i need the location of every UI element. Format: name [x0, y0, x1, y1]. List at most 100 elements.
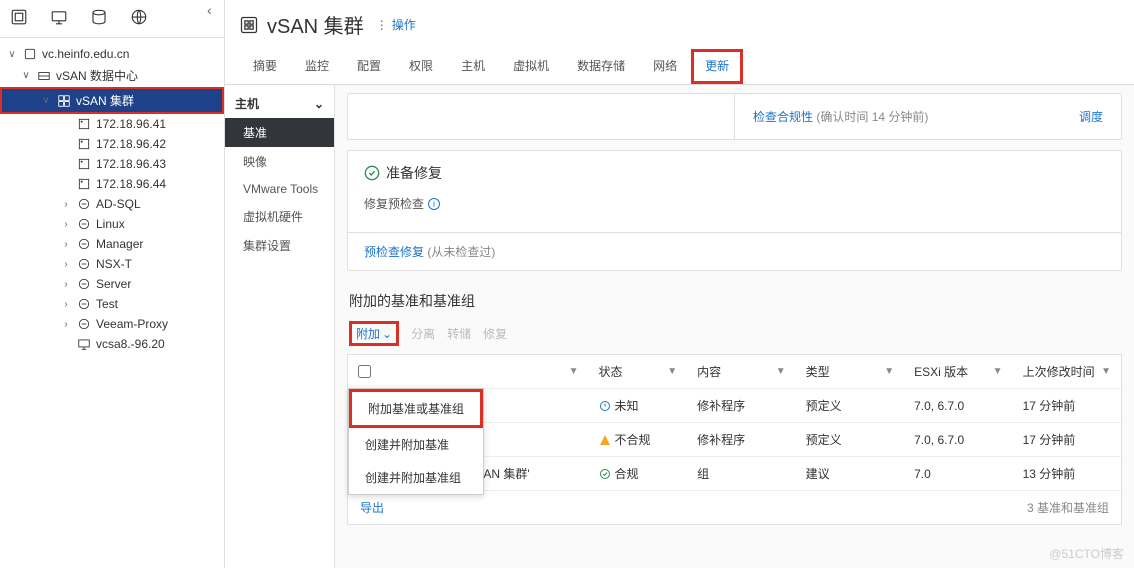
tab-虚拟机[interactable]: 虚拟机 — [499, 49, 563, 84]
subnav-section-hosts[interactable]: 主机⌄ — [225, 89, 334, 118]
storage-view-icon[interactable] — [90, 8, 108, 29]
tree-item[interactable]: › Veeam-Proxy — [0, 314, 224, 334]
subnav: 主机⌄ 基准映像VMware Tools虚拟机硬件集群设置 — [225, 85, 335, 568]
tree-toggle[interactable]: › — [60, 239, 72, 250]
inventory-tree: ∨ vc.heinfo.edu.cn ∨ vSAN 数据中心 ∨ vSAN 集群 172.1… — [0, 38, 224, 568]
tree-label: AD-SQL — [96, 197, 141, 211]
filter-icon[interactable]: ▼ — [1101, 366, 1111, 377]
tab-权限[interactable]: 权限 — [395, 49, 447, 84]
tree-item[interactable]: ›Linux — [0, 214, 224, 234]
chevron-down-icon: ⌄ — [314, 97, 324, 111]
tree-label: vc.heinfo.edu.cn — [42, 47, 129, 61]
pool-icon — [76, 217, 92, 231]
tab-网络[interactable]: 网络 — [639, 49, 691, 84]
tab-配置[interactable]: 配置 — [343, 49, 395, 84]
tree-label: 172.18.96.42 — [96, 137, 166, 151]
tree-item[interactable]: 172.18.96.42 — [0, 134, 224, 154]
tab-摘要[interactable]: 摘要 — [239, 49, 291, 84]
inventory-view-switcher — [0, 0, 224, 38]
detach-button: 分离 — [411, 325, 435, 342]
precheck-remediation-link[interactable]: 预检查修复 — [364, 245, 424, 259]
cell-status: 未知 — [589, 389, 688, 422]
tab-更新[interactable]: 更新 — [691, 49, 743, 84]
tree-toggle[interactable]: ∨ — [6, 49, 18, 60]
precheck-label: 修复预检查i — [348, 187, 1121, 232]
tree-item[interactable]: ∨ vc.heinfo.edu.cn — [0, 44, 224, 64]
subnav-item[interactable]: 基准 — [225, 118, 334, 147]
tree-label: NSX-T — [96, 257, 132, 271]
host-icon — [76, 117, 92, 131]
tree-toggle[interactable]: ∨ — [20, 70, 32, 81]
filter-icon[interactable]: ▼ — [569, 366, 579, 377]
tree-item[interactable]: ∨ vSAN 数据中心 — [0, 64, 224, 87]
collapse-handle[interactable]: ‹ — [207, 2, 212, 18]
cell-time: 17 分钟前 — [1013, 423, 1121, 456]
tree-label: vSAN 数据中心 — [56, 67, 138, 84]
host-icon — [76, 157, 92, 171]
pool-icon — [76, 197, 92, 211]
attached-baselines-title: 附加的基准和基准组 — [347, 281, 1122, 317]
subnav-item[interactable]: VMware Tools — [225, 176, 334, 202]
tree-item[interactable]: › AD-SQL — [0, 194, 224, 214]
export-link[interactable]: 导出 — [360, 499, 384, 516]
vcenter-icon — [22, 47, 38, 61]
tree-item[interactable]: 172.18.96.41 — [0, 114, 224, 134]
cell-type: 预定义 — [796, 423, 904, 456]
tree-toggle[interactable]: › — [60, 259, 72, 270]
subnav-item[interactable]: 集群设置 — [225, 231, 334, 260]
subnav-item[interactable]: 映像 — [225, 147, 334, 176]
filter-icon[interactable]: ▼ — [667, 366, 677, 377]
pool-icon — [76, 317, 92, 331]
tree-toggle[interactable]: › — [60, 199, 72, 210]
info-icon[interactable]: i — [428, 198, 440, 210]
tree-item[interactable]: ∨ vSAN 集群 — [0, 87, 224, 114]
tab-监控[interactable]: 监控 — [291, 49, 343, 84]
hosts-view-icon[interactable] — [10, 8, 28, 29]
dropdown-item[interactable]: 附加基准或基准组 — [349, 389, 483, 428]
tree-toggle[interactable]: › — [60, 299, 72, 310]
subnav-item[interactable]: 虚拟机硬件 — [225, 202, 334, 231]
cell-content: 修补程序 — [687, 389, 795, 422]
tree-label: 172.18.96.41 — [96, 117, 166, 131]
cell-time: 13 分钟前 — [1013, 457, 1121, 490]
tab-数据存储[interactable]: 数据存储 — [563, 49, 639, 84]
select-all-checkbox[interactable] — [358, 365, 371, 378]
filter-icon[interactable]: ▼ — [993, 366, 1003, 377]
filter-icon[interactable]: ▼ — [776, 366, 786, 377]
cell-type: 建议 — [796, 457, 904, 490]
tree-toggle[interactable]: › — [60, 319, 72, 330]
chevron-down-icon: ⌄ — [382, 327, 392, 341]
tree-label: Veeam-Proxy — [96, 317, 168, 331]
tree-label: 172.18.96.43 — [96, 157, 166, 171]
page-title: vSAN 集群 — [239, 10, 364, 39]
cell-time: 17 分钟前 — [1013, 389, 1121, 422]
tree-item[interactable]: › Test — [0, 294, 224, 314]
tree-label: Test — [96, 297, 118, 311]
tree-item[interactable]: 172.18.96.43 — [0, 154, 224, 174]
tree-item[interactable]: ›Server — [0, 274, 224, 294]
filter-icon[interactable]: ▼ — [884, 366, 894, 377]
pool-icon — [76, 297, 92, 311]
attach-dropdown: 附加基准或基准组创建并附加基准创建并附加基准组 — [348, 388, 484, 495]
tree-item[interactable]: ›Manager — [0, 234, 224, 254]
schedule-link[interactable]: 调度 — [1079, 108, 1103, 125]
cell-version: 7.0, 6.7.0 — [904, 425, 1012, 455]
tree-toggle[interactable]: ∨ — [40, 95, 52, 106]
vms-view-icon[interactable] — [50, 8, 68, 29]
actions-menu[interactable]: ⋮ 操作 — [376, 16, 416, 33]
tree-toggle[interactable]: › — [60, 279, 72, 290]
attach-button[interactable]: 附加 ⌄ — [349, 321, 399, 346]
tree-toggle[interactable]: › — [60, 219, 72, 230]
tree-item[interactable]: › NSX-T — [0, 254, 224, 274]
tree-label: vSAN 集群 — [76, 92, 134, 109]
network-view-icon[interactable] — [130, 8, 148, 29]
check-compliance-link[interactable]: 检查合规性 — [753, 110, 813, 124]
dropdown-item[interactable]: 创建并附加基准组 — [349, 461, 483, 494]
stage-button: 转储 — [447, 325, 471, 342]
dropdown-item[interactable]: 创建并附加基准 — [349, 428, 483, 461]
tab-主机[interactable]: 主机 — [447, 49, 499, 84]
tree-item[interactable]: vcsa8.-96.20 — [0, 334, 224, 354]
baselines-table: 附加基准或基准组创建并附加基准创建并附加基准组 ▼ 状态▼ 内容▼ 类型▼ ES… — [347, 354, 1122, 525]
tree-item[interactable]: 172.18.96.44 — [0, 174, 224, 194]
pool-icon — [76, 237, 92, 251]
